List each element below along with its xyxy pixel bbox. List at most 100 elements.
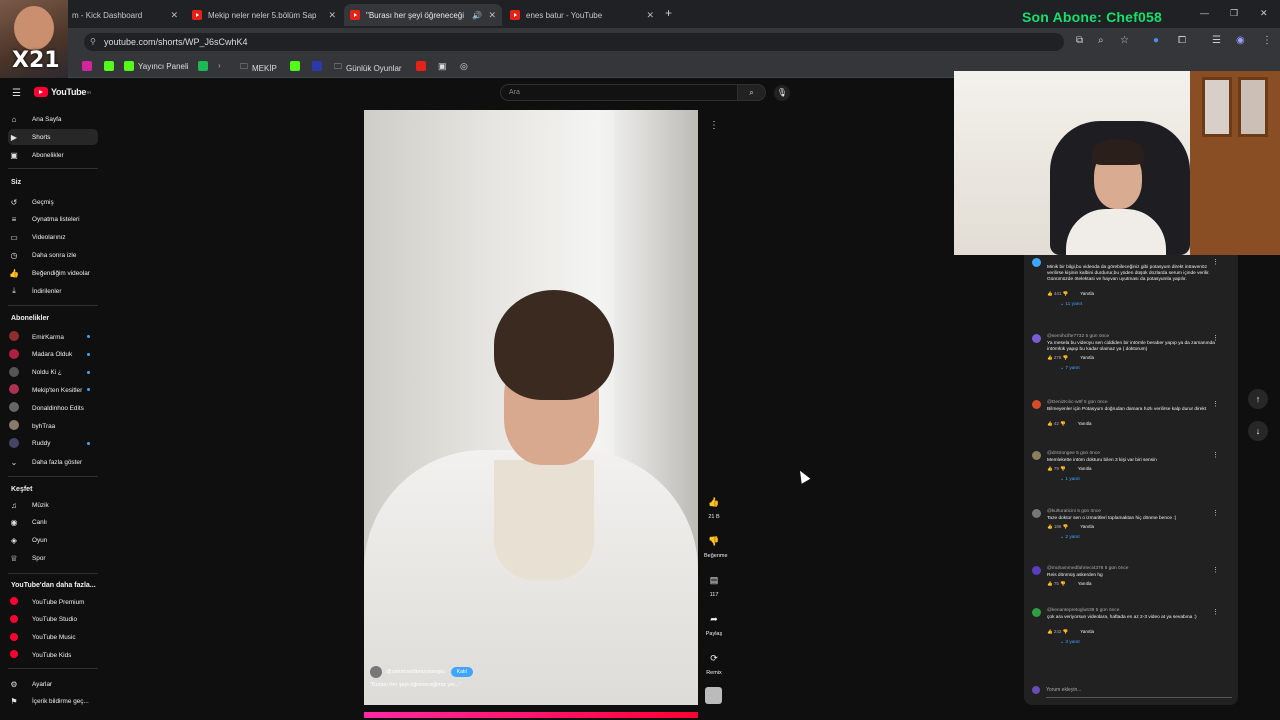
reply-button[interactable]: Yanıtla — [1078, 581, 1092, 586]
dislike-icon[interactable]: 👎 — [1063, 291, 1069, 296]
sidebar-you-item-3[interactable]: ◷ Daha sonra izle — [8, 247, 98, 263]
add-comment-input[interactable]: Yorum ekleyin... — [1046, 687, 1081, 693]
browser-menu-icon[interactable]: ⋮ — [1262, 35, 1272, 46]
reply-button[interactable]: Yanıtla — [1080, 355, 1094, 360]
dislike-icon[interactable]: 👎 — [1060, 466, 1066, 471]
sidebar-you-item-5[interactable]: ⤓ İndirilenler — [8, 283, 98, 299]
bookmark-globe[interactable]: ◎ — [460, 61, 468, 72]
previous-short-button[interactable]: ↑ — [1248, 389, 1268, 409]
bookmark-folder-mekip[interactable]: 🗀 MEKİP — [240, 61, 277, 75]
reply-button[interactable]: Yanıtla — [1078, 421, 1092, 426]
dislike-icon[interactable]: 👎 — [1060, 581, 1066, 586]
join-button[interactable]: Katıl — [450, 667, 473, 677]
voice-search-button[interactable]: 🎙 — [774, 85, 790, 101]
site-info-icon[interactable]: ⚲ — [90, 37, 96, 46]
sidebar-subscription-4[interactable]: Donaldinhoo Edits — [8, 400, 98, 416]
sidebar-item-1[interactable]: ▶ Shorts — [8, 129, 98, 145]
sidebar-item-0[interactable]: ⌂ Ana Sayfa — [8, 111, 98, 127]
close-icon[interactable]: ✕ — [488, 10, 496, 21]
kick-bookmark-2[interactable] — [290, 61, 304, 71]
minimize-icon[interactable]: — — [1200, 8, 1209, 18]
bookmark-arrow[interactable]: › — [218, 61, 221, 70]
sidebar-section-explore[interactable]: Keşfet — [11, 486, 32, 493]
sidebar-section-you[interactable]: Siz — [11, 179, 21, 186]
view-replies-button[interactable]: ⌄ 2 yanıt — [1060, 535, 1080, 540]
commenter-avatar[interactable] — [1032, 451, 1041, 460]
dislike-icon[interactable]: 👎 — [1063, 524, 1069, 529]
sidebar-section-subscriptions[interactable]: Abonelikler — [11, 315, 49, 322]
view-replies-button[interactable]: ⌄ 1 yanıt — [1060, 477, 1080, 482]
maximize-icon[interactable]: ❐ — [1230, 8, 1238, 19]
extensions-puzzle-icon[interactable]: ⧠ — [1178, 35, 1186, 46]
sidebar-you-item-2[interactable]: ▭ Videolarınız — [8, 230, 98, 246]
sidebar-more-item-2[interactable]: YouTube Music — [8, 630, 98, 646]
sidebar-settings-item-0[interactable]: ⚙ Ayarlar — [8, 676, 98, 692]
search-input[interactable]: Ara — [500, 84, 738, 101]
reply-button[interactable]: Yanıtla — [1080, 629, 1094, 634]
sidebar-subscription-5[interactable]: byhTraa — [8, 418, 98, 434]
commenter-avatar[interactable] — [1032, 258, 1041, 267]
reply-button[interactable]: Yanıtla — [1080, 291, 1094, 296]
close-icon[interactable]: ✕ — [646, 10, 654, 21]
sidebar-section-more[interactable]: YouTube'dan daha fazla... — [11, 582, 96, 589]
bookmark-image[interactable]: ▣ — [438, 61, 447, 72]
youtube-logo[interactable]: YouTube TR — [34, 87, 91, 97]
like-icon[interactable]: 👍 — [1047, 355, 1053, 360]
remix-button[interactable]: ⟳ Remix — [704, 649, 724, 676]
next-short-button[interactable]: ↓ — [1248, 421, 1268, 441]
close-icon[interactable]: ✕ — [170, 10, 178, 21]
close-window-icon[interactable]: ✕ — [1260, 8, 1268, 19]
comment-author[interactable]: @muhammedfahrieci4378 5 gün önce — [1047, 566, 1128, 571]
like-icon[interactable]: 👍 — [1047, 466, 1053, 471]
url-field[interactable]: ⚲ youtube.com/shorts/WP_J6sCwhK4 — [84, 33, 1064, 51]
sidebar-you-item-1[interactable]: ≡ Oynatma listeleri — [8, 212, 98, 228]
reply-button[interactable]: Yanıtla — [1078, 466, 1092, 471]
reading-list-icon[interactable]: ☰ — [1212, 35, 1221, 46]
close-icon[interactable]: ✕ — [328, 10, 336, 21]
sidebar-show-more[interactable]: ⌄ Daha fazla göster — [8, 454, 98, 470]
bookmark-yayinci-paneli[interactable]: Yayıncı Paneli — [124, 61, 189, 71]
sidebar-subscription-3[interactable]: Mekip'ten Kesitler — [8, 382, 98, 398]
sidebar-explore-item-0[interactable]: ♫ Müzik — [8, 497, 98, 513]
sidebar-explore-item-1[interactable]: ◉ Canlı — [8, 515, 98, 531]
dislike-icon[interactable]: 👎 — [1063, 355, 1069, 360]
sidebar-item-2[interactable]: ▣ Abonelikler — [8, 147, 98, 163]
channel-avatar[interactable] — [370, 666, 382, 678]
bookmark-blue[interactable] — [312, 61, 326, 71]
add-comment-row[interactable]: Yorum ekleyin... — [1032, 686, 1232, 694]
tab-enes-batur[interactable]: enes batur - YouTube ✕ — [504, 4, 660, 26]
comment-author[interactable]: @kulturaticini 5 gün önce — [1047, 509, 1101, 514]
comments-button[interactable]: ▤ 117 — [704, 571, 724, 598]
instagram-bookmark[interactable] — [82, 61, 96, 71]
profile-icon[interactable]: ◉ — [1236, 35, 1245, 46]
like-icon[interactable]: 👍 — [1047, 421, 1053, 426]
sidebar-more-item-1[interactable]: YouTube Studio — [8, 612, 98, 628]
sidebar-explore-item-2[interactable]: ◈ Oyun — [8, 533, 98, 549]
sidebar-you-item-0[interactable]: ↺ Geçmiş — [8, 194, 98, 210]
sidebar-more-item-0[interactable]: YouTube Premium — [8, 594, 98, 610]
bookmark-app[interactable] — [198, 61, 212, 71]
sidebar-subscription-6[interactable]: Ruddy — [8, 436, 98, 452]
comment-author[interactable]: @semihcifte7732 5 gün önce — [1047, 334, 1109, 339]
dislike-icon[interactable]: 👎 — [1060, 421, 1066, 426]
commenter-avatar[interactable] — [1032, 400, 1041, 409]
share-button[interactable]: ➦ Paylaş — [704, 610, 724, 637]
commenter-avatar[interactable] — [1032, 608, 1041, 617]
tab-current-short[interactable]: "Burası her şeyi öğreneceği 🔊 ✕ — [344, 4, 502, 26]
sidebar-more-item-3[interactable]: YouTube Kids — [8, 647, 98, 663]
speaker-icon[interactable]: 🔊 — [472, 11, 482, 20]
short-video-player[interactable] — [364, 110, 698, 705]
comment-author[interactable]: @DenizKılıc-w8f 5 gün önce — [1047, 400, 1108, 405]
comment-author[interactable]: @kenantepretoglu638 5 gün önce — [1047, 608, 1119, 613]
sidebar-settings-item-1[interactable]: ⚑ İçerik bildirme geç... — [8, 694, 98, 710]
channel-name[interactable]: @umutcandenizyasoglu — [386, 669, 445, 675]
dislike-button[interactable]: 👎 Beğenme — [704, 532, 728, 559]
reply-button[interactable]: Yanıtla — [1080, 524, 1094, 529]
more-options-icon[interactable]: ⋮ — [709, 120, 719, 131]
tab-mekip-video[interactable]: Mekip neler neler 5.bölüm Sap ✕ — [186, 4, 342, 26]
kick-bookmark[interactable] — [104, 61, 118, 71]
view-replies-button[interactable]: ⌄ 3 yanıt — [1060, 640, 1080, 645]
like-icon[interactable]: 👍 — [1047, 629, 1053, 634]
dislike-icon[interactable]: 👎 — [1063, 629, 1069, 634]
like-button[interactable]: 👍 21 B — [704, 493, 724, 520]
